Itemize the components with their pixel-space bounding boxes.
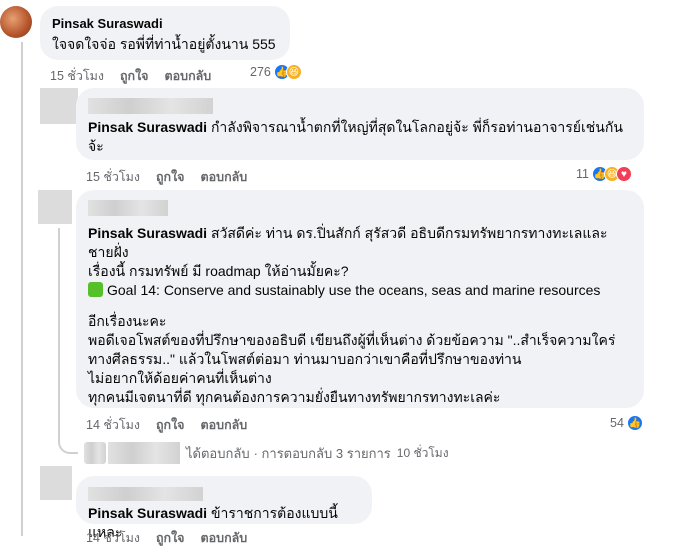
- comment-actions: 15 ชั่วโมง ถูกใจ ตอบกลับ: [50, 66, 227, 86]
- redacted-name: [108, 442, 180, 464]
- thread-line: [21, 42, 23, 82]
- comment-line: พอดีเจอโพสต์ของที่ปรึกษาของอธิบดี เขียนถ…: [88, 332, 616, 348]
- reaction-count: 54: [610, 416, 624, 430]
- redacted-name: [88, 200, 168, 217]
- comment-time[interactable]: 15 ชั่วโมง: [50, 66, 104, 86]
- comment-actions: 14 ชั่วโมง ถูกใจ ตอบกลับ: [86, 528, 263, 548]
- reply-count-text: · การตอบกลับ 3 รายการ: [253, 445, 391, 461]
- comment-author[interactable]: Pinsak Suraswadi: [52, 14, 278, 33]
- comment-text: กำลังพิจารณาน้ำตกที่ใหญ่ที่สุดในโลกอยู่จ…: [210, 119, 623, 135]
- comment-line: ชายฝั่ง: [88, 244, 129, 260]
- like-reaction-icon: 👍: [626, 415, 643, 431]
- comment-time[interactable]: 15 ชั่วโมง: [86, 167, 140, 187]
- comment-time[interactable]: 14 ชั่วโมง: [86, 528, 140, 548]
- comment-line: Goal 14: Conserve and sustainably use th…: [88, 281, 632, 300]
- view-replies-link[interactable]: ได้ตอบกลับ · การตอบกลับ 3 รายการ 10 ชั่ว…: [84, 442, 449, 464]
- comment-text: ใจจดใจจ่อ รอพี่ที่ท่าน้ำอยู่ตั้งนาน 555: [52, 36, 276, 52]
- reply-link[interactable]: ตอบกลับ: [165, 66, 212, 86]
- avatar[interactable]: [0, 6, 32, 38]
- avatar[interactable]: [40, 88, 78, 124]
- comment-line: เรื่องนี้ กรมทรัพย์ มี roadmap ให้อ่านมั…: [88, 263, 349, 279]
- comment-bubble: Pinsak Suraswadi ใจจดใจจ่อ รอพี่ที่ท่าน้…: [40, 6, 290, 60]
- comment-bubble: Pinsak Suraswadi สวัสดีค่ะ ท่าน ดร.ปิ่นส…: [76, 190, 644, 408]
- comment-bubble: Pinsak Suraswadi กำลังพิจารณาน้ำตกที่ใหญ…: [76, 88, 644, 160]
- redacted-name: [88, 487, 203, 502]
- reaction-summary[interactable]: 11 👍 😆 ♥: [576, 166, 632, 182]
- mention-author[interactable]: Pinsak Suraswadi: [88, 225, 207, 241]
- mention-author[interactable]: Pinsak Suraswadi: [88, 505, 207, 521]
- thread-line: [58, 228, 60, 438]
- reply-link[interactable]: ตอบกลับ: [201, 415, 248, 435]
- mention-author[interactable]: Pinsak Suraswadi: [88, 119, 207, 135]
- comment-line: สวัสดีค่ะ ท่าน ดร.ปิ่นสักก์ สุรัสวดี อธิ…: [210, 225, 608, 241]
- reply-time: 10 ชั่วโมง: [396, 445, 449, 460]
- haha-reaction-icon: 😆: [285, 64, 302, 80]
- like-link[interactable]: ถูกใจ: [156, 528, 185, 548]
- comment-actions: 15 ชั่วโมง ถูกใจ ตอบกลับ: [86, 167, 263, 187]
- reaction-summary[interactable]: 276 👍 😆: [250, 64, 302, 80]
- avatar[interactable]: [38, 190, 72, 224]
- comment-text-line2: จ้ะ: [88, 138, 104, 154]
- avatar[interactable]: [40, 466, 72, 500]
- thread-line: [21, 82, 23, 536]
- comment-line: ทางศีลธรรม.." แล้วในโพสต์ต่อมา ท่านมาบอก…: [88, 351, 522, 367]
- like-link[interactable]: ถูกใจ: [156, 167, 185, 187]
- comment-bubble: Pinsak Suraswadi ข้าราชการต้องแบบนี้แหละ: [76, 476, 372, 540]
- redacted-name: [88, 98, 213, 115]
- comment-line: ไม่อยากให้ด้อยค่าคนที่เห็นต่าง: [88, 370, 272, 386]
- comment-time[interactable]: 14 ชั่วโมง: [86, 415, 140, 435]
- reaction-summary[interactable]: 54 👍: [610, 415, 643, 431]
- comment-actions: 14 ชั่วโมง ถูกใจ ตอบกลับ: [86, 415, 263, 435]
- love-reaction-icon: ♥: [615, 166, 632, 182]
- like-link[interactable]: ถูกใจ: [156, 415, 185, 435]
- like-link[interactable]: ถูกใจ: [120, 66, 149, 86]
- replied-text: ได้ตอบกลับ: [186, 445, 250, 461]
- reaction-count: 276: [250, 65, 271, 79]
- signal-icon: [88, 282, 103, 297]
- reaction-count: 11: [576, 167, 589, 181]
- reply-avatar: [84, 442, 106, 464]
- reply-link[interactable]: ตอบกลับ: [201, 528, 248, 548]
- reply-link[interactable]: ตอบกลับ: [201, 167, 248, 187]
- thread-line-curve: [58, 436, 78, 454]
- comment-line: ทุกคนมีเจตนาที่ดี ทุกคนต้องการความยั่งยื…: [88, 389, 501, 405]
- comment-line: อีกเรื่องนะคะ: [88, 313, 167, 329]
